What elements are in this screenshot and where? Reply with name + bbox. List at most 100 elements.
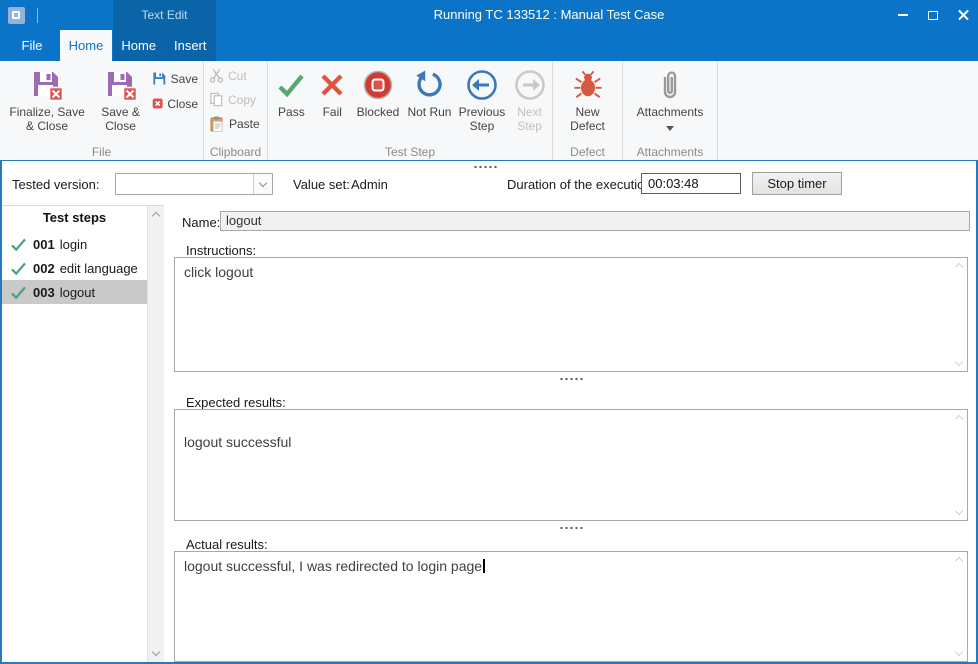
attachments-dropdown-icon (666, 126, 674, 131)
duration-label: Duration of the execution: (507, 177, 655, 192)
tab-home[interactable]: Home (60, 30, 112, 61)
paste-button[interactable]: Paste (206, 114, 265, 133)
previous-step-label: Previous Step (458, 106, 506, 134)
step-name: login (60, 237, 87, 252)
value-set-value: Admin (351, 177, 388, 192)
actual-results-label: Actual results: (186, 537, 268, 552)
not-run-label: Not Run (407, 106, 451, 120)
splitter-handle[interactable] (559, 526, 584, 530)
group-label-file: File (0, 145, 203, 159)
app-window: Running TC 133512 : Manual Test Case Fil… (0, 0, 978, 664)
save-button[interactable]: Save (149, 69, 201, 88)
test-steps-scrollbar[interactable] (147, 206, 164, 662)
chevron-down-icon (259, 178, 267, 186)
scroll-down-icon[interactable] (955, 648, 963, 656)
tab-file[interactable]: File (8, 30, 56, 61)
cut-icon (209, 68, 224, 83)
test-step-item[interactable]: 001 login (2, 232, 147, 256)
next-step-button[interactable]: Next Step (509, 64, 550, 144)
attachments-button[interactable]: Attachments (630, 64, 710, 144)
finalize-save-close-label: Finalize, Save & Close (5, 106, 89, 134)
step-detail-pane: Name: logout Instructions: click logout … (166, 205, 976, 662)
minimize-button[interactable] (888, 0, 918, 30)
paste-icon (209, 116, 225, 132)
save-label: Save (171, 72, 198, 86)
new-defect-label: New Defect (564, 106, 612, 134)
save-and-close-button[interactable]: Save & Close (92, 64, 149, 144)
close-icon (958, 10, 969, 21)
expected-results-textarea[interactable]: logout successful (174, 409, 968, 521)
not-run-undo-icon (414, 67, 444, 103)
step-number: 002 (33, 261, 55, 276)
blocked-button[interactable]: Blocked (352, 64, 404, 144)
maximize-icon (928, 11, 938, 20)
scroll-down-icon[interactable] (955, 507, 963, 515)
group-label-clipboard: Clipboard (204, 145, 267, 159)
group-label-attachments: Attachments (623, 145, 717, 159)
actual-results-textarea[interactable]: logout successful, I was redirected to l… (174, 551, 968, 662)
test-step-item[interactable]: 002 edit language (2, 256, 147, 280)
pass-button[interactable]: Pass (270, 64, 313, 144)
execution-params-row: Tested version: Value set: Admin Duratio… (2, 161, 976, 205)
app-icon[interactable] (8, 7, 25, 24)
test-step-item-selected[interactable]: 003 logout (2, 280, 147, 304)
step-name: edit language (60, 261, 138, 276)
instructions-label: Instructions: (186, 243, 256, 258)
contextual-group-title: Text Edit (113, 0, 216, 30)
ribbon: Finalize, Save & Close Save & Close (0, 61, 978, 161)
duration-input[interactable]: 00:03:48 (641, 173, 741, 194)
save-close-purple-icon (31, 67, 63, 103)
previous-step-button[interactable]: Previous Step (455, 64, 509, 144)
finalize-save-close-button[interactable]: Finalize, Save & Close (2, 64, 92, 144)
tested-version-dropdown-button[interactable] (253, 174, 272, 194)
ribbon-group-attachments: Attachments Attachments (623, 61, 718, 160)
ribbon-group-test-step: Pass Fail Blocked (268, 61, 553, 160)
next-step-label: Next Step (512, 106, 547, 134)
tab-context-insert[interactable]: Insert (165, 30, 217, 61)
close-button[interactable] (948, 0, 978, 30)
tested-version-label: Tested version: (12, 177, 99, 192)
save-close-purple-icon (105, 67, 137, 103)
test-steps-list: 001 login 002 edit language 003 logout (2, 232, 147, 304)
fail-label: Fail (323, 106, 342, 120)
maximize-button[interactable] (918, 0, 948, 30)
ribbon-group-clipboard: Cut Copy Paste (204, 61, 268, 160)
quick-access-separator (37, 8, 38, 23)
cut-button[interactable]: Cut (206, 66, 265, 85)
scroll-down-icon[interactable] (152, 648, 160, 656)
paperclip-icon (658, 67, 682, 103)
step-name: logout (60, 285, 95, 300)
step-number: 001 (33, 237, 55, 252)
stop-timer-button[interactable]: Stop timer (752, 172, 842, 195)
expected-results-text: logout successful (175, 410, 967, 456)
instructions-text: click logout (175, 258, 967, 286)
close-ribbon-button[interactable]: Close (149, 94, 201, 113)
copy-label: Copy (228, 93, 256, 107)
window-controls (888, 0, 978, 30)
window-title: Running TC 133512 : Manual Test Case (230, 0, 868, 30)
copy-icon (209, 92, 224, 107)
splitter-handle[interactable] (559, 377, 584, 381)
new-defect-button[interactable]: New Defect (561, 64, 615, 144)
scroll-up-icon[interactable] (152, 212, 160, 220)
instructions-textarea[interactable]: click logout (174, 257, 968, 372)
ribbon-group-defect: New Defect Defect (553, 61, 623, 160)
not-run-button[interactable]: Not Run (404, 64, 455, 144)
copy-button[interactable]: Copy (206, 90, 265, 109)
step-passed-check-icon (11, 286, 26, 299)
previous-step-arrow-icon (466, 67, 498, 103)
step-number: 003 (33, 285, 55, 300)
tab-context-home[interactable]: Home (113, 30, 165, 61)
save-and-close-label: Save & Close (95, 106, 146, 134)
test-steps-panel: Test steps 001 login 002 edit language 0… (2, 205, 164, 662)
scroll-down-icon[interactable] (955, 358, 963, 366)
group-label-defect: Defect (553, 145, 622, 159)
name-input[interactable]: logout (220, 211, 970, 231)
content-area: Tested version: Value set: Admin Duratio… (0, 161, 978, 664)
pass-label: Pass (278, 106, 305, 120)
app-logo-icon (12, 11, 20, 19)
tested-version-select[interactable] (115, 173, 273, 195)
blocked-stop-icon (362, 67, 394, 103)
save-icon (152, 71, 167, 86)
fail-button[interactable]: Fail (313, 64, 352, 144)
